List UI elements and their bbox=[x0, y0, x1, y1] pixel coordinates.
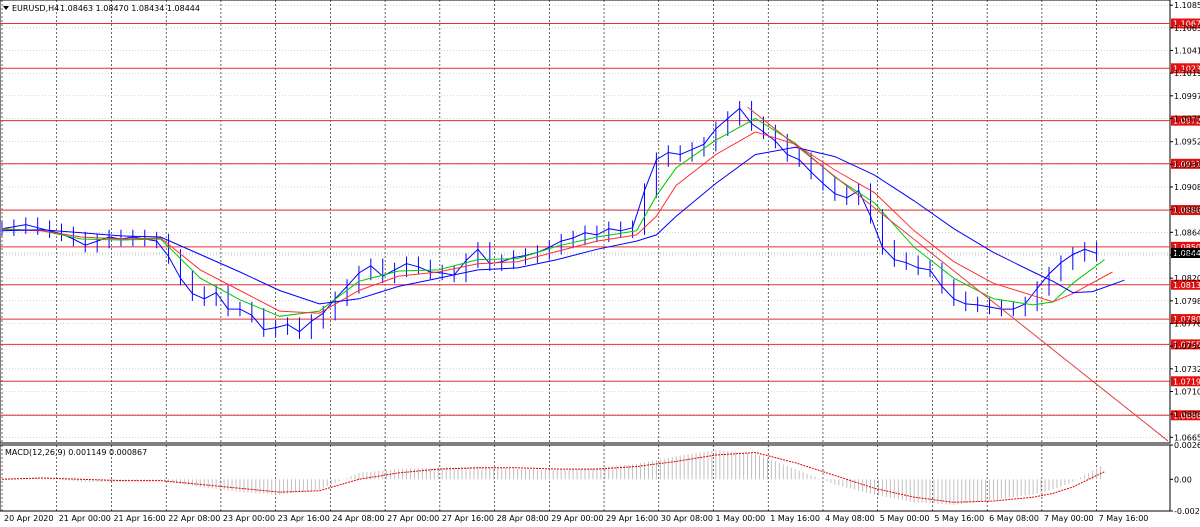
y-tick-label-4: 1.09970 bbox=[1174, 92, 1200, 101]
y-tick-label-6: 1.09525 bbox=[1174, 138, 1200, 147]
x-tick-label-19: 7 May 00:00 bbox=[1044, 514, 1094, 523]
ohlc-header: 1.08463 1.08470 1.08434 1.08444 bbox=[60, 4, 200, 13]
y-tick-label-8: 1.09085 bbox=[1174, 183, 1200, 192]
macd-y-tick-label-0: 0.002686 bbox=[1174, 441, 1200, 450]
x-tick-label-11: 29 Apr 16:00 bbox=[606, 514, 658, 523]
x-tick-label-8: 27 Apr 16:00 bbox=[442, 514, 494, 523]
time-axis: 20 Apr 2020 21 Apr 00:00 21 Apr 16:00 22 Ap… bbox=[4, 514, 1148, 523]
level-tag-label-9: 1.07199 bbox=[1173, 377, 1200, 386]
x-tick-label-20: 7 May 16:00 bbox=[1099, 514, 1149, 523]
y-tick-label-7: 1.09305 bbox=[1174, 160, 1200, 169]
x-tick-label-12: 30 Apr 08:00 bbox=[661, 514, 713, 523]
x-tick-label-16: 5 May 00:00 bbox=[880, 514, 930, 523]
x-tick-label-10: 29 Apr 00:00 bbox=[551, 514, 603, 523]
price-chart[interactable]: 1.106721.102371.097291.093101.088611.085… bbox=[0, 0, 1200, 527]
y-tick-label-11: 1.08425 bbox=[1174, 251, 1200, 260]
macd-label: MACD(12,26,9) 0.001149 0.000867 bbox=[5, 448, 147, 457]
macd-axis: 0.002686 0.00 -0.00248 bbox=[1170, 441, 1200, 516]
x-tick-label-17: 5 May 16:00 bbox=[934, 514, 984, 523]
y-tick-label-2: 1.10410 bbox=[1174, 46, 1200, 55]
x-tick-label-2: 21 Apr 16:00 bbox=[113, 514, 165, 523]
x-tick-label-14: 1 May 16:00 bbox=[770, 514, 820, 523]
macd-y-tick-label-1: 0.00 bbox=[1174, 475, 1192, 484]
y-tick-label-9: 1.08865 bbox=[1174, 206, 1200, 215]
y-tick-label-18: 1.06880 bbox=[1174, 410, 1200, 419]
y-tick-label-3: 1.10190 bbox=[1174, 69, 1200, 78]
x-tick-label-13: 1 May 00:00 bbox=[715, 514, 765, 523]
plot-frame bbox=[0, 0, 1171, 444]
symbol-header: EURUSD,H4 bbox=[12, 4, 59, 13]
y-tick-label-10: 1.08645 bbox=[1174, 228, 1200, 237]
y-tick-label-12: 1.08200 bbox=[1174, 274, 1200, 283]
y-tick-label-13: 1.07980 bbox=[1174, 297, 1200, 306]
x-tick-label-1: 21 Apr 00:00 bbox=[59, 514, 111, 523]
y-tick-label-14: 1.07760 bbox=[1174, 319, 1200, 328]
x-tick-label-3: 22 Apr 08:00 bbox=[168, 514, 220, 523]
x-tick-label-4: 23 Apr 00:00 bbox=[223, 514, 275, 523]
chart-header: EURUSD,H4 1.08463 1.08470 1.08434 1.0844… bbox=[3, 4, 200, 13]
x-tick-label-6: 24 Apr 08:00 bbox=[332, 514, 384, 523]
x-tick-label-18: 6 May 08:00 bbox=[989, 514, 1039, 523]
x-tick-label-5: 23 Apr 16:00 bbox=[278, 514, 330, 523]
y-tick-label-17: 1.07100 bbox=[1174, 387, 1200, 396]
x-tick-label-7: 27 Apr 00:00 bbox=[387, 514, 439, 523]
y-tick-label-5: 1.09750 bbox=[1174, 114, 1200, 123]
y-tick-label-0: 1.10850 bbox=[1174, 1, 1200, 10]
y-tick-label-15: 1.07540 bbox=[1174, 342, 1200, 351]
x-tick-label-15: 4 May 08:00 bbox=[825, 514, 875, 523]
x-tick-label-0: 20 Apr 2020 bbox=[4, 514, 53, 523]
y-tick-label-1: 1.10630 bbox=[1174, 24, 1200, 33]
y-tick-label-16: 1.07320 bbox=[1174, 365, 1200, 374]
x-tick-label-9: 28 Apr 08:00 bbox=[497, 514, 549, 523]
macd-y-tick-label-2: -0.00248 bbox=[1174, 507, 1200, 516]
